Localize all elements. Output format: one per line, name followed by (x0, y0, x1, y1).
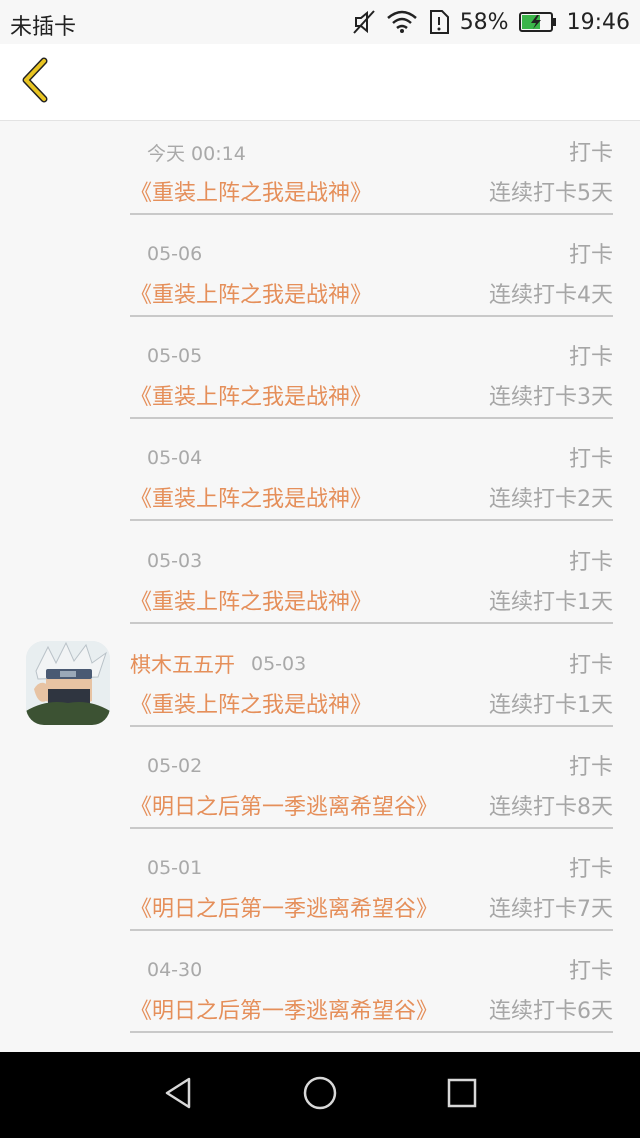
game-title-link[interactable]: 《重装上阵之我是战神》 (130, 584, 372, 616)
wifi-icon (386, 10, 418, 34)
streak-label: 连续打卡3天 (489, 385, 613, 410)
clock: 19:46 (566, 9, 630, 35)
header-bar (0, 44, 640, 121)
game-title-link[interactable]: 《重装上阵之我是战神》 (130, 175, 372, 207)
streak-label: 连续打卡1天 (489, 590, 613, 615)
feed-entry[interactable]: 05-03 打卡 《重装上阵之我是战神》 连续打卡1天 (130, 530, 613, 624)
entry-date: 04-30 (147, 959, 203, 981)
entry-action: 打卡 (568, 550, 613, 575)
streak-label: 连续打卡5天 (489, 181, 613, 206)
game-title-link[interactable]: 《重装上阵之我是战神》 (130, 277, 372, 309)
avatar[interactable] (26, 641, 110, 725)
entry-date: 05-05 (147, 345, 203, 367)
entry-action: 打卡 (568, 653, 613, 678)
streak-label: 连续打卡6天 (489, 999, 613, 1024)
nav-recents-button[interactable] (439, 1072, 485, 1118)
circle-home-icon (302, 1075, 338, 1115)
triangle-back-icon (162, 1076, 194, 1114)
carrier-label: 未插卡 (10, 15, 77, 40)
entry-date: 05-04 (147, 447, 203, 469)
feed-entry-with-user[interactable]: 棋木五五开 05-03 打卡 《重装上阵之我是战神》 连续打卡1天 (130, 633, 613, 727)
entry-date: 05-03 (251, 653, 307, 675)
entry-action: 打卡 (568, 345, 613, 370)
status-icons: 58% 19:46 (352, 6, 630, 38)
back-button[interactable] (8, 54, 62, 110)
entry-action: 打卡 (568, 959, 613, 984)
entry-action: 打卡 (568, 857, 613, 882)
feed-entry[interactable]: 05-06 打卡 《重装上阵之我是战神》 连续打卡4天 (130, 223, 613, 317)
checkin-feed: 今天 00:14 打卡 《重装上阵之我是战神》 连续打卡5天 05-06 打卡 … (0, 121, 640, 1052)
nav-back-button[interactable] (155, 1072, 201, 1118)
entry-action: 打卡 (568, 447, 613, 472)
streak-label: 连续打卡1天 (489, 693, 613, 718)
entry-date: 今天 00:14 (147, 142, 246, 165)
square-recents-icon (446, 1077, 478, 1113)
entry-action: 打卡 (568, 755, 613, 780)
system-nav-bar (0, 1052, 640, 1138)
entry-action: 打卡 (568, 141, 613, 166)
feed-entry[interactable]: 04-30 打卡 《明日之后第一季逃离希望谷》 连续打卡6天 (130, 939, 613, 1033)
entry-date: 05-03 (147, 550, 203, 572)
sim-icon (428, 9, 450, 35)
entry-date: 05-02 (147, 755, 203, 777)
game-title-link[interactable]: 《重装上阵之我是战神》 (130, 481, 372, 513)
mute-icon (352, 9, 376, 35)
game-title-link[interactable]: 《明日之后第一季逃离希望谷》 (130, 789, 438, 821)
feed-entry[interactable]: 今天 00:14 打卡 《重装上阵之我是战神》 连续打卡5天 (130, 121, 613, 215)
streak-label: 连续打卡8天 (489, 795, 613, 820)
nav-home-button[interactable] (297, 1072, 343, 1118)
streak-label: 连续打卡2天 (489, 487, 613, 512)
chevron-left-icon (18, 57, 52, 107)
game-title-link[interactable]: 《明日之后第一季逃离希望谷》 (130, 993, 438, 1025)
avatar-image (26, 641, 110, 725)
entry-action: 打卡 (568, 243, 613, 268)
user-name[interactable]: 棋木五五开 (130, 649, 235, 679)
streak-label: 连续打卡7天 (489, 897, 613, 922)
entry-date: 05-01 (147, 857, 203, 879)
streak-label: 连续打卡4天 (489, 283, 613, 308)
game-title-link[interactable]: 《重装上阵之我是战神》 (130, 687, 372, 719)
feed-entry[interactable]: 05-01 打卡 《明日之后第一季逃离希望谷》 连续打卡7天 (130, 837, 613, 931)
game-title-link[interactable]: 《明日之后第一季逃离希望谷》 (130, 891, 438, 923)
battery-charging-icon (518, 11, 557, 33)
game-title-link[interactable]: 《重装上阵之我是战神》 (130, 379, 372, 411)
battery-percent: 58% (459, 9, 509, 35)
feed-entry[interactable]: 05-05 打卡 《重装上阵之我是战神》 连续打卡3天 (130, 325, 613, 419)
feed-entry[interactable]: 05-02 打卡 《明日之后第一季逃离希望谷》 连续打卡8天 (130, 735, 613, 829)
entry-date: 05-06 (147, 243, 203, 265)
status-bar: 未插卡 58% 19:46 (0, 0, 640, 44)
feed-entry[interactable]: 05-04 打卡 《重装上阵之我是战神》 连续打卡2天 (130, 427, 613, 521)
